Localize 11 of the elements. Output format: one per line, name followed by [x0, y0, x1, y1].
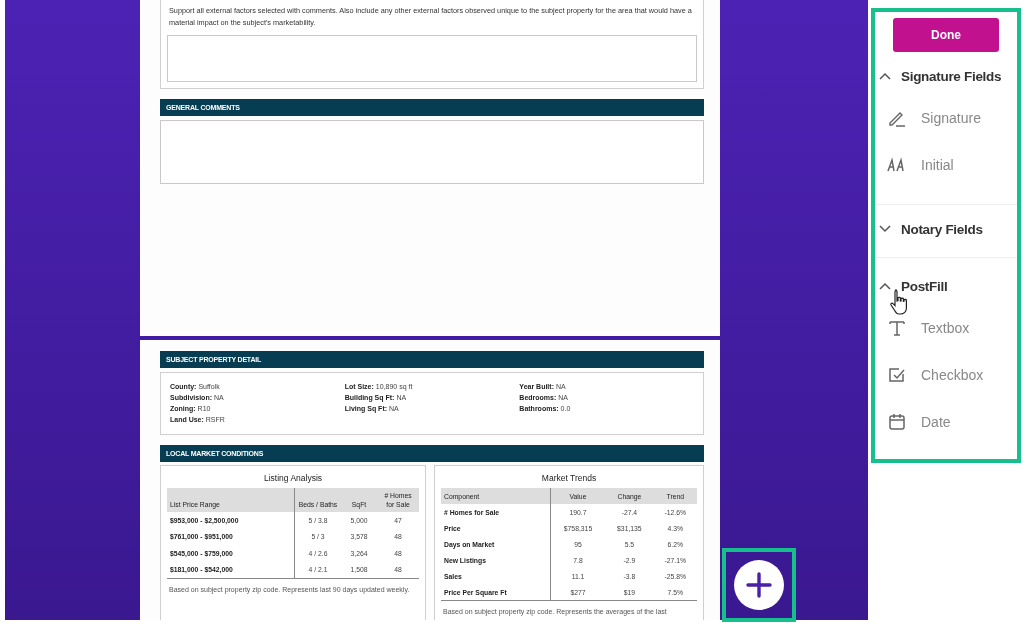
- field-item[interactable]: Checkbox: [875, 351, 984, 398]
- table-title: Market Trends: [540, 473, 598, 483]
- done-button[interactable]: Done: [893, 18, 999, 52]
- table-title: Listing Analysis: [262, 473, 324, 483]
- field-item[interactable]: Initial: [875, 141, 954, 188]
- group-header[interactable]: Signature Fields: [875, 58, 1002, 94]
- field-item[interactable]: Textbox: [875, 304, 970, 351]
- field-item[interactable]: Date: [875, 398, 951, 445]
- group-header[interactable]: PostFill: [875, 268, 948, 304]
- field-item[interactable]: Signature: [875, 94, 981, 141]
- group-header[interactable]: Notary Fields: [875, 211, 983, 247]
